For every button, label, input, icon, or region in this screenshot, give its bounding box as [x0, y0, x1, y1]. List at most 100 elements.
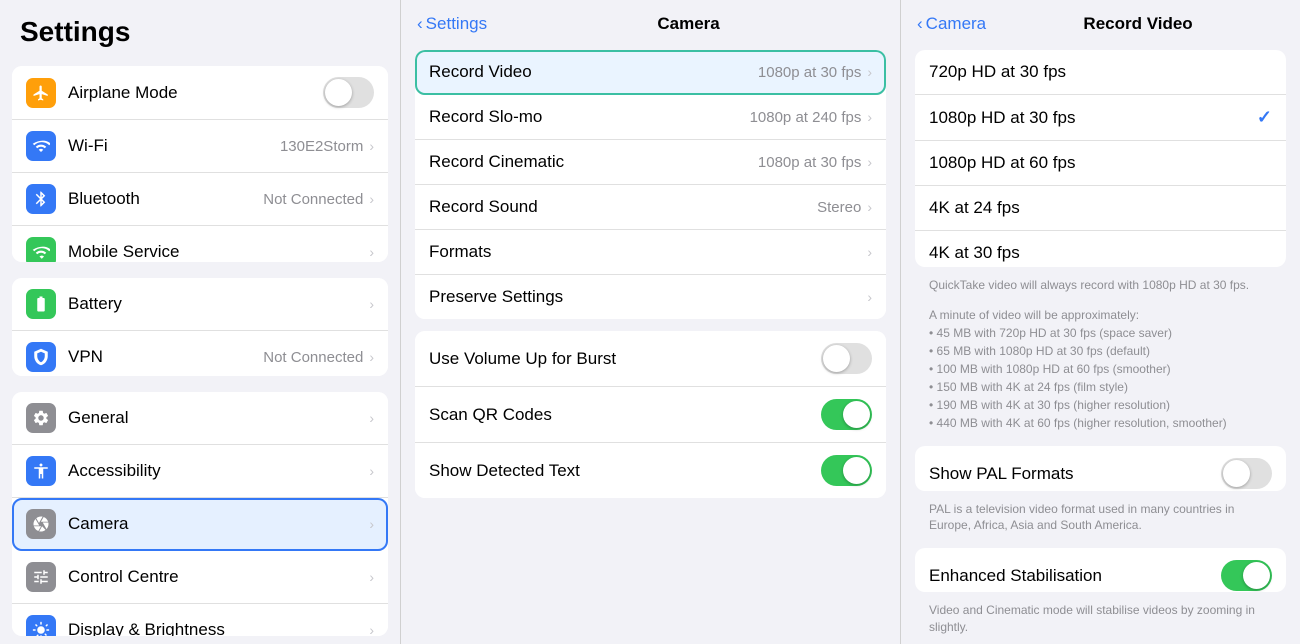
- record-slomo-label: Record Slo-mo: [429, 107, 750, 127]
- option-4k30[interactable]: 4K at 30 fps: [915, 231, 1286, 267]
- record-cinematic-item[interactable]: Record Cinematic 1080p at 30 fps ›: [415, 140, 886, 185]
- battery-chevron: ›: [369, 296, 374, 312]
- sidebar-item-airplane[interactable]: Airplane Mode: [12, 66, 388, 120]
- record-slomo-value: 1080p at 240 fps: [750, 109, 862, 126]
- formats-item[interactable]: Formats ›: [415, 230, 886, 275]
- sidebar-item-bluetooth[interactable]: Bluetooth Not Connected ›: [12, 173, 388, 226]
- option-4k24[interactable]: 4K at 24 fps: [915, 186, 1286, 231]
- display-label: Display & Brightness: [68, 620, 369, 636]
- wifi-value: 130E2Storm: [280, 138, 363, 155]
- left-settings-panel: Settings Airplane Mode Wi-Fi 130E2Storm …: [0, 0, 400, 644]
- settings-title: Settings: [0, 0, 400, 58]
- record-video-item[interactable]: Record Video 1080p at 30 fps ›: [415, 50, 886, 95]
- wifi-label: Wi-Fi: [68, 136, 280, 156]
- preserve-label: Preserve Settings: [429, 287, 867, 307]
- scan-qr-toggle[interactable]: [821, 399, 872, 430]
- enhanced-stabilisation-label: Enhanced Stabilisation: [929, 566, 1221, 586]
- sidebar-item-control[interactable]: Control Centre ›: [12, 551, 388, 604]
- option-1080p60[interactable]: 1080p HD at 60 fps: [915, 141, 1286, 186]
- record-video-title: Record Video: [992, 14, 1284, 34]
- sidebar-item-accessibility[interactable]: Accessibility ›: [12, 445, 388, 498]
- sidebar-item-battery[interactable]: Battery ›: [12, 278, 388, 331]
- volume-burst-toggle[interactable]: [821, 343, 872, 374]
- volume-burst-item[interactable]: Use Volume Up for Burst: [415, 331, 886, 387]
- option-4k30-label: 4K at 30 fps: [929, 243, 1272, 263]
- camera-chevron: ›: [369, 516, 374, 532]
- record-video-label: Record Video: [429, 62, 758, 82]
- record-cinematic-value: 1080p at 30 fps: [758, 154, 861, 171]
- pal-toggle-item[interactable]: Show PAL Formats: [915, 446, 1286, 490]
- enhanced-info: Video and Cinematic mode will stabilise …: [929, 602, 1272, 636]
- sidebar-item-vpn[interactable]: VPN Not Connected ›: [12, 331, 388, 375]
- record-cinematic-label: Record Cinematic: [429, 152, 758, 172]
- enhanced-stabilisation-item[interactable]: Enhanced Stabilisation: [915, 548, 1286, 592]
- general-group: General › Accessibility › Camera › Contr…: [12, 392, 388, 636]
- back-chevron-icon: ‹: [417, 14, 423, 34]
- sidebar-item-mobile[interactable]: Mobile Service ›: [12, 226, 388, 262]
- camera-toggles-group: Use Volume Up for Burst Scan QR Codes Sh…: [415, 331, 886, 498]
- battery-icon: [26, 289, 56, 319]
- preserve-item[interactable]: Preserve Settings ›: [415, 275, 886, 319]
- wifi-icon: [26, 131, 56, 161]
- right-back-chevron-icon: ‹: [917, 14, 923, 34]
- pal-toggle[interactable]: [1221, 458, 1272, 489]
- mobile-icon: [26, 237, 56, 262]
- control-chevron: ›: [369, 569, 374, 585]
- sidebar-item-display[interactable]: Display & Brightness ›: [12, 604, 388, 636]
- battery-group: Battery › VPN Not Connected ›: [12, 278, 388, 375]
- option-720p30[interactable]: 720p HD at 30 fps: [915, 50, 1286, 95]
- volume-burst-label: Use Volume Up for Burst: [429, 349, 821, 369]
- show-text-item[interactable]: Show Detected Text: [415, 443, 886, 498]
- enhanced-stabilisation-toggle[interactable]: [1221, 560, 1272, 591]
- vpn-icon: [26, 342, 56, 372]
- network-group: Airplane Mode Wi-Fi 130E2Storm › Bluetoo…: [12, 66, 388, 262]
- scan-qr-item[interactable]: Scan QR Codes: [415, 387, 886, 443]
- preserve-chevron: ›: [867, 289, 872, 305]
- record-slomo-chevron: ›: [867, 109, 872, 125]
- scan-qr-label: Scan QR Codes: [429, 405, 821, 425]
- record-video-chevron: ›: [867, 64, 872, 80]
- record-video-header: ‹ Camera Record Video: [901, 0, 1300, 44]
- record-sound-value: Stereo: [817, 199, 861, 216]
- selected-checkmark-icon: ✓: [1257, 107, 1272, 128]
- option-1080p60-label: 1080p HD at 60 fps: [929, 153, 1272, 173]
- option-1080p30[interactable]: 1080p HD at 30 fps ✓: [915, 95, 1286, 141]
- sidebar-item-wifi[interactable]: Wi-Fi 130E2Storm ›: [12, 120, 388, 173]
- option-1080p30-label: 1080p HD at 30 fps: [929, 108, 1257, 128]
- camera-panel-title: Camera: [493, 14, 884, 34]
- camera-label: Camera: [68, 514, 369, 534]
- show-text-label: Show Detected Text: [429, 461, 821, 481]
- vpn-chevron: ›: [369, 349, 374, 365]
- right-back-label: Camera: [926, 14, 986, 34]
- bluetooth-label: Bluetooth: [68, 189, 263, 209]
- record-sound-item[interactable]: Record Sound Stereo ›: [415, 185, 886, 230]
- pal-info: PAL is a television video format used in…: [929, 501, 1272, 535]
- quicktake-info: QuickTake video will always record with …: [929, 277, 1272, 294]
- display-icon: [26, 615, 56, 636]
- display-chevron: ›: [369, 622, 374, 636]
- camera-icon: [26, 509, 56, 539]
- airplane-icon: [26, 78, 56, 108]
- back-label: Settings: [426, 14, 487, 34]
- sidebar-item-general[interactable]: General ›: [12, 392, 388, 445]
- airplane-toggle[interactable]: [323, 77, 374, 108]
- mobile-chevron: ›: [369, 244, 374, 260]
- camera-back-button[interactable]: ‹ Settings: [417, 14, 487, 34]
- formats-chevron: ›: [867, 244, 872, 260]
- general-icon: [26, 403, 56, 433]
- record-video-back-button[interactable]: ‹ Camera: [917, 14, 986, 34]
- control-icon: [26, 562, 56, 592]
- camera-header: ‹ Settings Camera: [401, 0, 900, 44]
- record-sound-chevron: ›: [867, 199, 872, 215]
- size-info: A minute of video will be approximately:…: [929, 306, 1272, 432]
- airplane-label: Airplane Mode: [68, 83, 323, 103]
- enhanced-stabilisation-section: Enhanced Stabilisation: [915, 548, 1286, 592]
- accessibility-icon: [26, 456, 56, 486]
- show-text-toggle[interactable]: [821, 455, 872, 486]
- accessibility-chevron: ›: [369, 463, 374, 479]
- record-slomo-item[interactable]: Record Slo-mo 1080p at 240 fps ›: [415, 95, 886, 140]
- record-video-value: 1080p at 30 fps: [758, 64, 861, 81]
- sidebar-item-camera[interactable]: Camera ›: [12, 498, 388, 551]
- vpn-value: Not Connected: [263, 349, 363, 366]
- vpn-label: VPN: [68, 347, 263, 367]
